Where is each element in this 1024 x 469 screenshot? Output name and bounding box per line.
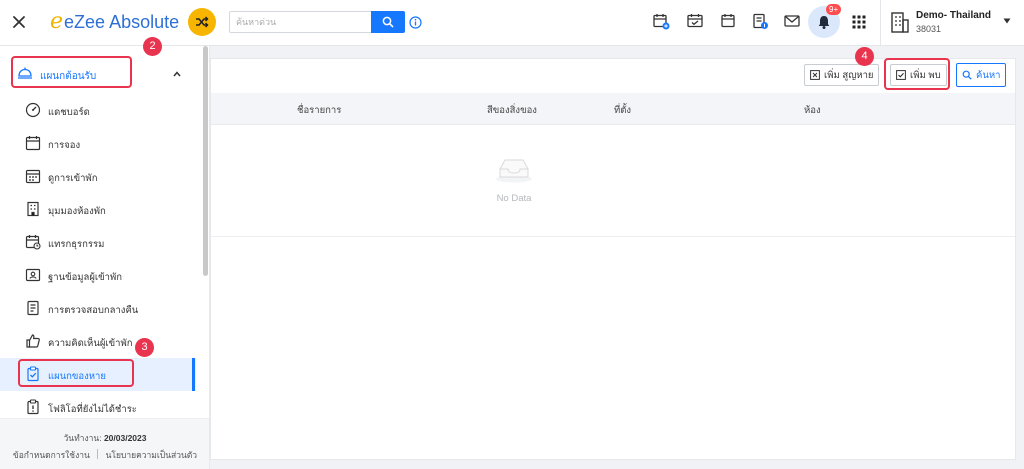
- search-icon: [962, 70, 972, 80]
- working-date-label: วันทำงาน:: [63, 433, 102, 443]
- sidebar: แผนกต้อนรับ แดชบอร์ด การจอง ดูการเข้าพัก: [0, 46, 210, 469]
- hotel-building-icon: [891, 12, 909, 33]
- mail-icon[interactable]: [783, 12, 801, 30]
- sidebar-item-label: ดูการเข้าพัก: [48, 173, 98, 184]
- speedometer-icon: [25, 102, 41, 118]
- step-badge-3: 3: [135, 338, 154, 357]
- close-icon[interactable]: [8, 11, 30, 33]
- caret-down-icon[interactable]: [1003, 18, 1011, 24]
- sidebar-item-transactions[interactable]: แทรกธุรกรรม: [0, 226, 196, 259]
- highlight-add-found: [884, 58, 950, 90]
- calendar-grid-icon: [25, 169, 41, 184]
- table-header: ชื่อรายการ สีของสิ่งของ ที่ตั้ง ห้อง: [211, 93, 1015, 125]
- step-badge-4: 4: [855, 47, 874, 66]
- shuffle-button[interactable]: [188, 8, 216, 36]
- quick-search-input[interactable]: [229, 11, 371, 33]
- shuffle-icon: [196, 16, 209, 28]
- sidebar-item-label: ฐานข้อมูลผู้เข้าพัก: [48, 272, 123, 283]
- empty-state: No Data: [211, 125, 1015, 237]
- column-room[interactable]: ห้อง: [804, 103, 821, 118]
- sidebar-item-dashboard[interactable]: แดชบอร์ด: [0, 94, 196, 127]
- sidebar-item-room-view[interactable]: มุมมองห้องพัก: [0, 193, 196, 226]
- column-item-color[interactable]: สีของสิ่งของ: [487, 103, 537, 118]
- info-icon[interactable]: [409, 16, 422, 29]
- sidebar-footer: วันทำงาน: 20/03/2023 ข้อกำหนดการใช้งาน น…: [0, 418, 209, 469]
- footer-links: ข้อกำหนดการใช้งาน นโยบายความเป็นส่วนตัว: [0, 448, 209, 462]
- sidebar-scrollbar[interactable]: [203, 46, 208, 276]
- calendar-clock-icon: [25, 235, 41, 250]
- sidebar-item-label: แดชบอร์ด: [48, 107, 90, 118]
- calendar-add-icon[interactable]: [652, 12, 670, 30]
- calendar-icon[interactable]: [719, 12, 737, 30]
- add-lost-label: เพิ่ม สูญหาย: [824, 69, 874, 81]
- lost-and-found-panel: เพิ่ม สูญหาย เพิ่ม พบ ค้นหา ชื่อรายการ ส…: [210, 58, 1016, 460]
- sidebar-item-label: แทรกธุรกรรม: [48, 239, 105, 250]
- id-card-icon: [25, 268, 41, 282]
- add-lost-button[interactable]: เพิ่ม สูญหาย: [804, 64, 880, 86]
- search-icon: [382, 16, 394, 28]
- sidebar-item-label: มุมมองห้องพัก: [48, 206, 106, 217]
- report-icon[interactable]: [751, 12, 769, 30]
- logo-letter: e: [50, 9, 64, 34]
- thumbs-up-icon: [26, 334, 40, 348]
- active-indicator: [192, 358, 195, 391]
- privacy-link[interactable]: นโยบายความเป็นส่วนตัว: [106, 450, 198, 460]
- clipboard-alert-icon: [27, 399, 39, 415]
- sidebar-item-reservation[interactable]: การจอง: [0, 127, 196, 160]
- sidebar-item-guest-feedback[interactable]: ความคิดเห็นผู้เข้าพัก: [0, 325, 196, 358]
- step-badge-2: 2: [143, 37, 162, 56]
- calendar-check-icon[interactable]: [686, 12, 704, 30]
- document-icon: [27, 300, 39, 316]
- empty-inbox-icon: [496, 159, 532, 183]
- search-button-label: ค้นหา: [976, 69, 1001, 81]
- sidebar-item-label: การจอง: [48, 140, 81, 151]
- sidebar-item-guest-database[interactable]: ฐานข้อมูลผู้เข้าพัก: [0, 259, 196, 292]
- sidebar-item-stay-view[interactable]: ดูการเข้าพัก: [0, 160, 196, 193]
- search-button[interactable]: ค้นหา: [956, 63, 1007, 87]
- highlight-lost-and-found: [18, 359, 134, 387]
- sidebar-item-night-audit[interactable]: การตรวจสอบกลางคืน: [0, 292, 196, 325]
- property-name[interactable]: Demo- Thailand: [916, 10, 991, 21]
- header-divider: [880, 0, 881, 46]
- sidebar-item-label: การตรวจสอบกลางคืน: [48, 305, 139, 316]
- bell-icon: [818, 16, 830, 29]
- column-item-name[interactable]: ชื่อรายการ: [297, 103, 341, 118]
- working-date-value: 20/03/2023: [103, 433, 147, 443]
- calendar-icon: [25, 136, 41, 151]
- working-date: วันทำงาน: 20/03/2023: [0, 431, 209, 445]
- sidebar-item-label: โฟลิโอที่ยังไม่ได้ชำระ: [48, 404, 137, 415]
- property-id: 38031: [916, 24, 942, 34]
- highlight-front-desk: [11, 56, 132, 88]
- chevron-up-icon[interactable]: [173, 71, 181, 77]
- notification-badge: 9+: [826, 4, 842, 15]
- apps-grid-icon[interactable]: [852, 15, 866, 29]
- footer-link-divider: [97, 449, 99, 459]
- building-icon: [27, 201, 39, 217]
- quick-search-button[interactable]: [371, 11, 405, 33]
- empty-text: No Data: [496, 193, 532, 204]
- logo-text: eZee Absolute: [64, 12, 180, 32]
- app-logo[interactable]: e eZee Absolute: [50, 10, 179, 34]
- column-location[interactable]: ที่ตั้ง: [614, 103, 631, 118]
- terms-link[interactable]: ข้อกำหนดการใช้งาน: [13, 450, 90, 460]
- sidebar-item-label: ความคิดเห็นผู้เข้าพัก: [48, 338, 133, 349]
- square-x-icon: [810, 70, 820, 80]
